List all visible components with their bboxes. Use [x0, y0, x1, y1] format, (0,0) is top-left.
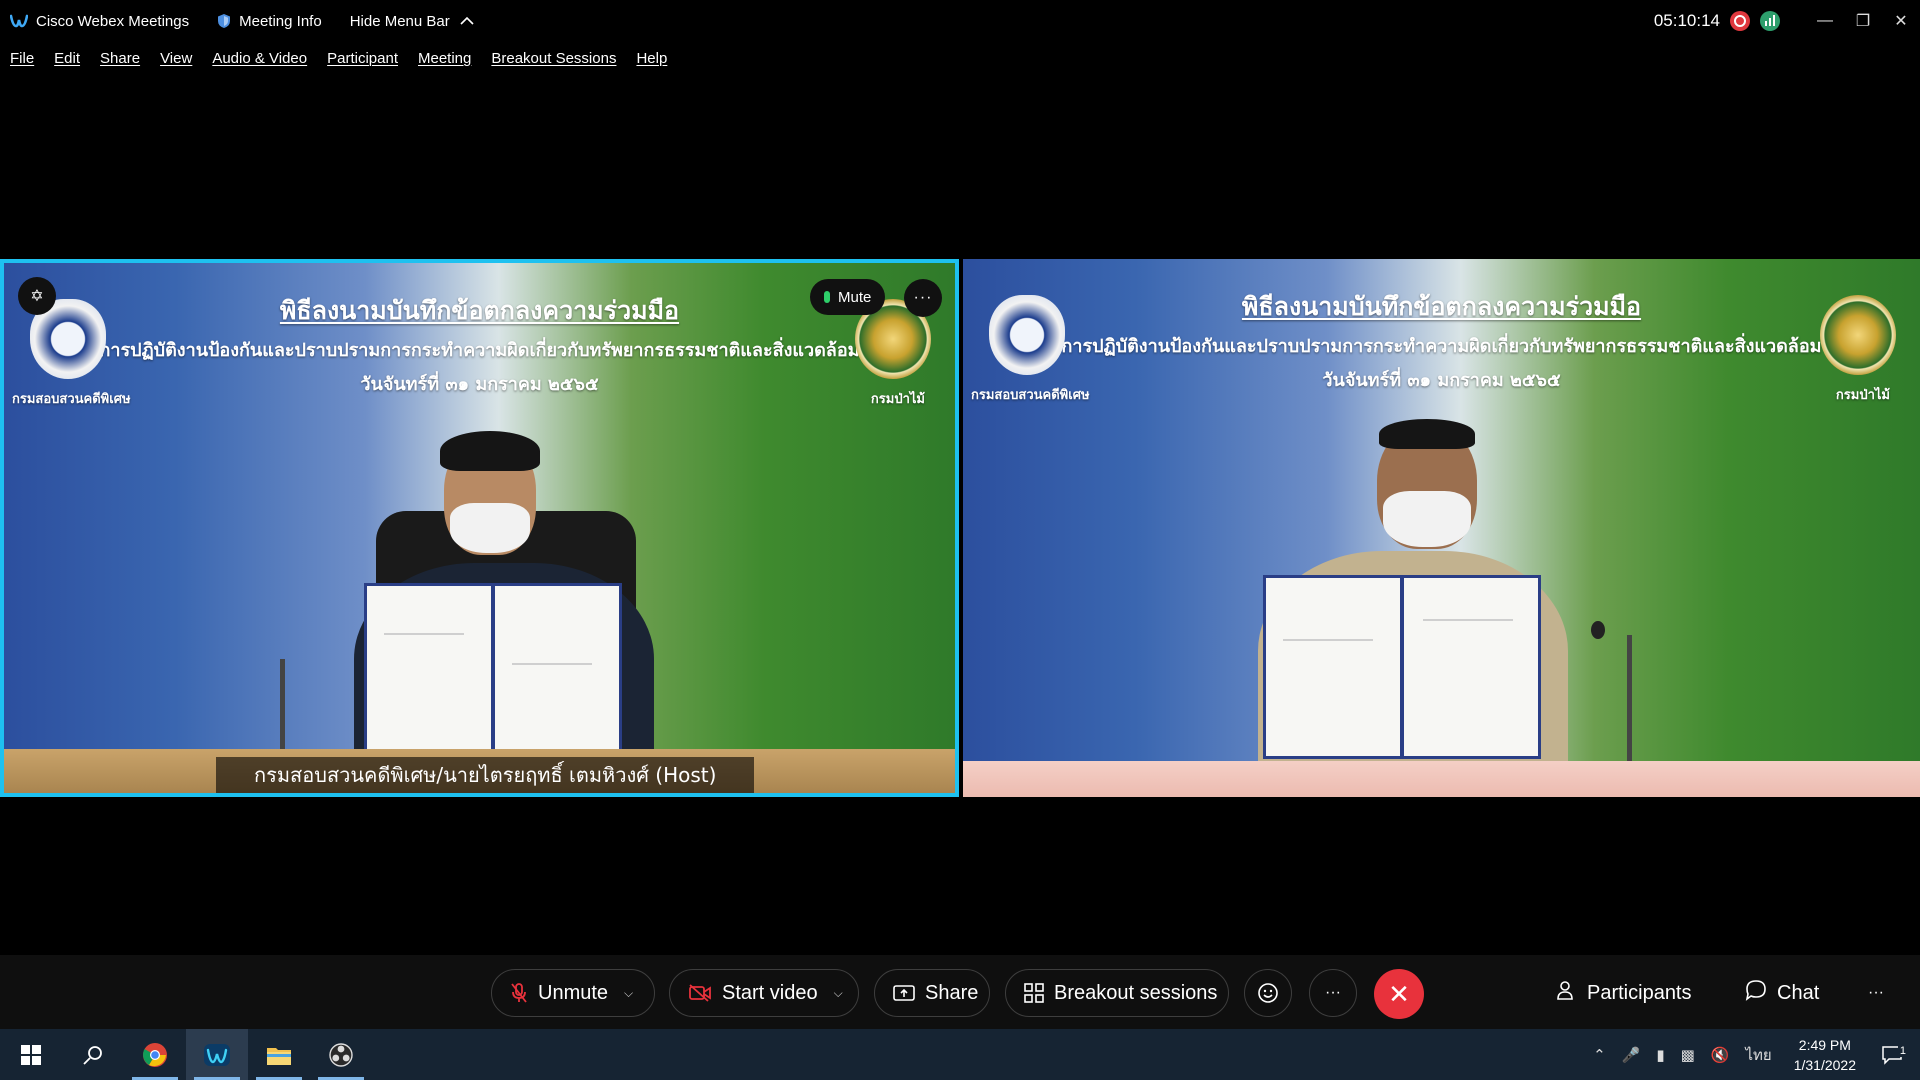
- unmute-label: Unmute: [538, 981, 609, 1004]
- menu-view[interactable]: View: [160, 50, 192, 67]
- clock-time: 2:49 PM: [1798, 1036, 1851, 1053]
- participants-icon: [1555, 979, 1577, 1007]
- volume-muted-icon[interactable]: 🔇: [1711, 1046, 1730, 1064]
- menu-participant[interactable]: Participant: [327, 50, 398, 67]
- unmute-button[interactable]: Unmute ⌵: [491, 969, 655, 1017]
- meeting-info-button[interactable]: Meeting Info: [217, 13, 322, 30]
- network-icon[interactable]: ▩: [1681, 1046, 1695, 1064]
- mic-muted-icon: [510, 982, 528, 1004]
- windows-taskbar: ⌃ 🎤 ▮ ▩ 🔇 ไทย 2:49 PM 1/31/2022 1: [0, 1029, 1920, 1080]
- video-off-icon: [688, 984, 712, 1002]
- microphone-icon[interactable]: 🎤: [1622, 1046, 1641, 1064]
- chevron-up-icon[interactable]: ⌃: [1593, 1046, 1606, 1064]
- unpin-icon[interactable]: ✡: [18, 277, 56, 315]
- file-explorer-icon[interactable]: [248, 1029, 310, 1080]
- menu-file[interactable]: File: [10, 50, 34, 67]
- hide-menu-bar-button[interactable]: Hide Menu Bar: [350, 13, 474, 30]
- input-language[interactable]: ไทย: [1745, 1043, 1771, 1067]
- taskbar-clock[interactable]: 2:49 PM 1/31/2022: [1794, 1035, 1856, 1075]
- chat-label: Chat: [1777, 981, 1820, 1004]
- menu-share[interactable]: Share: [100, 50, 140, 67]
- breakout-sessions-button[interactable]: Breakout sessions: [1005, 969, 1229, 1017]
- share-button[interactable]: Share: [874, 969, 990, 1017]
- windows-start-icon[interactable]: [0, 1029, 62, 1080]
- app-title: Cisco Webex Meetings: [10, 13, 189, 30]
- meeting-info-label: Meeting Info: [239, 12, 322, 30]
- start-video-label: Start video: [722, 981, 818, 1004]
- share-icon: [893, 984, 915, 1002]
- search-icon[interactable]: [62, 1029, 124, 1080]
- shield-icon: [218, 14, 231, 28]
- app-name: Cisco Webex Meetings: [36, 12, 190, 30]
- notification-count: 1: [1897, 1044, 1908, 1057]
- chevron-up-icon: [460, 16, 474, 25]
- obs-icon[interactable]: [310, 1029, 372, 1080]
- breakout-grid-icon: [1024, 983, 1044, 1003]
- chevron-down-icon[interactable]: ⌵: [834, 986, 843, 1001]
- reactions-button[interactable]: [1244, 969, 1292, 1017]
- participant-video-forest: [963, 259, 1920, 797]
- title-bar-right: 05:10:14 — ❐ ✕: [1654, 0, 1920, 42]
- start-video-button[interactable]: Start video ⌵: [669, 969, 859, 1017]
- menu-edit[interactable]: Edit: [54, 50, 80, 67]
- emoji-reaction-icon: [1258, 983, 1278, 1003]
- notification-center-icon[interactable]: 1: [1874, 1044, 1910, 1065]
- participant-name-label: กรมสอบสวนคดีพิเศษ/นายไตรยฤทธิ์ เตมหิวงศ์…: [216, 757, 755, 793]
- battery-icon[interactable]: ▮: [1656, 1046, 1664, 1064]
- menu-breakout-sessions[interactable]: Breakout Sessions: [491, 50, 616, 67]
- minimize-icon[interactable]: —: [1806, 0, 1844, 42]
- microphone-icon: [824, 291, 830, 303]
- webex-taskbar-icon[interactable]: [186, 1029, 248, 1080]
- mute-participant-button[interactable]: Mute: [810, 279, 886, 315]
- menu-help[interactable]: Help: [636, 50, 667, 67]
- meeting-controls: Unmute ⌵ Start video ⌵ Share Breakout se…: [0, 955, 1920, 1029]
- participants-label: Participants: [1587, 981, 1692, 1004]
- video-tile-host[interactable]: พิธีลงนามบันทึกข้อตกลงความร่วมมือ การปฏิ…: [0, 259, 959, 797]
- network-health-icon[interactable]: [1760, 11, 1780, 31]
- recording-icon[interactable]: [1730, 11, 1750, 31]
- mute-label: Mute: [838, 288, 872, 306]
- chat-icon: [1745, 979, 1767, 1007]
- tile-more-options-button[interactable]: ···: [904, 279, 942, 317]
- restore-icon[interactable]: ❐: [1844, 0, 1882, 42]
- close-icon: ✕: [1388, 978, 1410, 1009]
- participants-button[interactable]: Participants: [1555, 969, 1692, 1017]
- menu-bar: File Edit Share View Audio & Video Parti…: [0, 46, 677, 70]
- webex-logo-icon: [10, 14, 28, 28]
- system-tray: ⌃ 🎤 ▮ ▩ 🔇 ไทย 2:49 PM 1/31/2022 1: [1585, 1029, 1920, 1080]
- menu-audio-video[interactable]: Audio & Video: [212, 50, 307, 67]
- meeting-timer: 05:10:14: [1653, 11, 1720, 30]
- chevron-down-icon[interactable]: ⌵: [624, 986, 633, 1001]
- hide-menu-bar-label: Hide Menu Bar: [349, 12, 450, 30]
- title-bar: Cisco Webex Meetings Meeting Info Hide M…: [0, 0, 1920, 42]
- share-label: Share: [925, 981, 979, 1004]
- breakout-sessions-label: Breakout sessions: [1054, 981, 1218, 1004]
- chat-button[interactable]: Chat: [1745, 969, 1819, 1017]
- leave-meeting-button[interactable]: ✕: [1374, 969, 1424, 1019]
- more-options-button[interactable]: ···: [1309, 969, 1357, 1017]
- menu-meeting[interactable]: Meeting: [418, 50, 471, 67]
- video-tile-participant[interactable]: พิธีลงนามบันทึกข้อตกลงความร่วมมือ การปฏิ…: [963, 259, 1920, 797]
- clock-date: 1/31/2022: [1793, 1056, 1856, 1073]
- participant-video-host: [4, 263, 955, 793]
- close-icon[interactable]: ✕: [1882, 0, 1920, 42]
- overflow-menu-button[interactable]: ···: [1868, 969, 1884, 1017]
- chrome-icon[interactable]: [124, 1029, 186, 1080]
